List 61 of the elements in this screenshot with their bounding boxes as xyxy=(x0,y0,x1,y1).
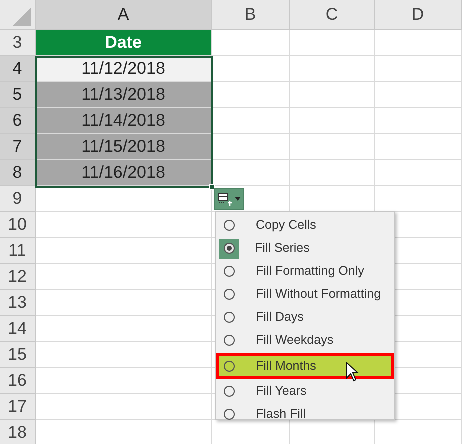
radio-button[interactable] xyxy=(224,312,235,323)
data-cell[interactable]: 11/12/2018 xyxy=(36,56,212,82)
empty-cell[interactable] xyxy=(290,108,375,134)
data-cell[interactable]: 11/14/2018 xyxy=(36,108,212,134)
radio-button[interactable] xyxy=(224,360,235,372)
row-header[interactable]: 10 xyxy=(0,212,36,238)
row-header[interactable]: 8 xyxy=(0,160,36,186)
empty-cell[interactable] xyxy=(375,56,462,82)
row-header[interactable]: 14 xyxy=(0,316,36,342)
row-header[interactable]: 6 xyxy=(0,108,36,134)
data-cell[interactable]: 11/16/2018 xyxy=(36,160,212,186)
autofill-options-button[interactable] xyxy=(214,188,244,210)
row-header[interactable]: 18 xyxy=(0,420,36,444)
menu-item[interactable]: Fill Series xyxy=(216,237,394,260)
autofill-icon xyxy=(218,192,232,206)
fill-handle[interactable] xyxy=(209,184,215,190)
caret-icon xyxy=(234,197,240,201)
empty-cell[interactable] xyxy=(375,108,462,134)
row-header[interactable]: 7 xyxy=(0,134,36,160)
menu-item[interactable]: Copy Cells xyxy=(216,214,394,237)
empty-cell[interactable] xyxy=(290,134,375,160)
radio-button[interactable] xyxy=(224,220,235,231)
row-header[interactable]: 15 xyxy=(0,342,36,368)
radio-button[interactable] xyxy=(224,386,235,397)
row-header[interactable]: 5 xyxy=(0,82,36,108)
row-header[interactable]: 12 xyxy=(0,264,36,290)
row-header[interactable]: 4 xyxy=(0,56,36,82)
row-header[interactable]: 16 xyxy=(0,368,36,394)
data-cell[interactable]: 11/15/2018 xyxy=(36,134,212,160)
empty-cell[interactable] xyxy=(290,82,375,108)
column-header[interactable]: C xyxy=(290,0,375,30)
menu-item[interactable]: Flash Fill xyxy=(216,403,394,426)
radio-button[interactable] xyxy=(224,409,235,420)
column-header[interactable]: D xyxy=(375,0,462,30)
menu-item[interactable]: Fill Without Formatting xyxy=(216,283,394,306)
menu-item[interactable]: Fill Formatting Only xyxy=(216,260,394,283)
empty-cell[interactable] xyxy=(290,30,375,56)
radio-button[interactable] xyxy=(224,289,235,300)
radio-button[interactable] xyxy=(224,243,234,254)
row-header[interactable]: 13 xyxy=(0,290,36,316)
row-header[interactable]: 9 xyxy=(0,186,36,212)
column-title-cell[interactable]: Date xyxy=(36,30,212,56)
empty-cell[interactable] xyxy=(375,134,462,160)
column-header[interactable]: B xyxy=(212,0,290,30)
mouse-pointer-icon xyxy=(346,362,359,382)
empty-cell[interactable] xyxy=(290,160,375,186)
select-all-icon[interactable] xyxy=(13,8,31,26)
row-header[interactable]: 17 xyxy=(0,394,36,420)
menu-item[interactable]: Fill Days xyxy=(216,306,394,329)
radio-button[interactable] xyxy=(224,266,235,277)
row-header[interactable]: 11 xyxy=(0,238,36,264)
empty-cell[interactable] xyxy=(375,82,462,108)
column-header[interactable]: A xyxy=(36,0,212,30)
empty-cell[interactable] xyxy=(290,56,375,82)
data-cell[interactable]: 11/13/2018 xyxy=(36,82,212,108)
empty-cell[interactable] xyxy=(375,160,462,186)
radio-button[interactable] xyxy=(224,335,235,346)
menu-item[interactable]: Fill Weekdays xyxy=(216,329,394,352)
row-header[interactable]: 3 xyxy=(0,30,36,56)
empty-cell[interactable] xyxy=(375,30,462,56)
menu-item[interactable]: Fill Months xyxy=(216,353,394,379)
